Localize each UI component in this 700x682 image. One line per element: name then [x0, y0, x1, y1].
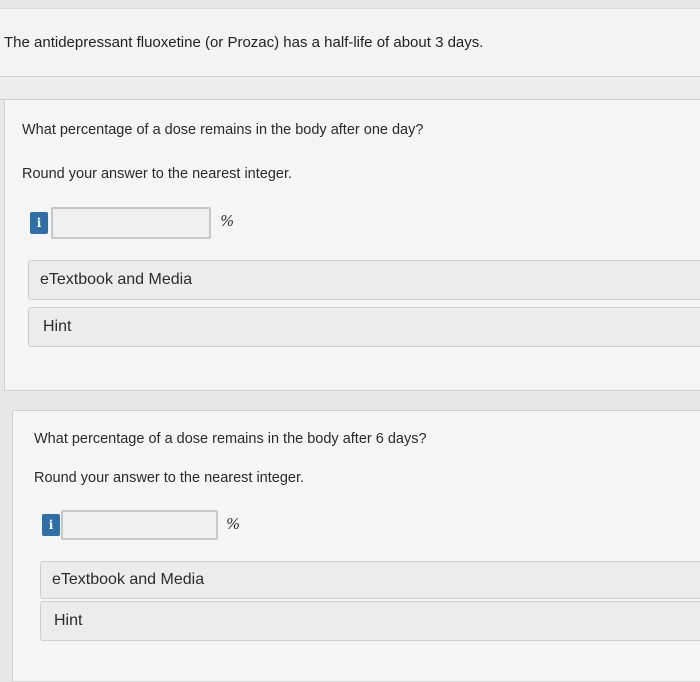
hint-button-1[interactable]: Hint — [28, 307, 700, 347]
rounding-instruction-1: Round your answer to the nearest integer… — [22, 166, 293, 182]
rounding-instruction-2: Round your answer to the nearest integer… — [34, 470, 305, 486]
etextbook-media-label-2: eTextbook and Media — [52, 571, 205, 588]
problem-statement: The antidepressant fluoxetine (or Prozac… — [4, 34, 484, 51]
percent-unit-2: % — [226, 515, 241, 533]
info-icon[interactable]: i — [42, 514, 60, 536]
answer-input-1[interactable] — [51, 207, 211, 239]
percent-unit-1: % — [220, 212, 235, 230]
info-icon[interactable]: i — [30, 212, 48, 234]
hint-label-1: Hint — [43, 318, 72, 335]
etextbook-media-button-2[interactable]: eTextbook and Media — [40, 561, 700, 599]
answer-input-2[interactable] — [61, 510, 218, 540]
question-panel-2 — [12, 410, 700, 682]
etextbook-media-button-1[interactable]: eTextbook and Media — [28, 260, 700, 300]
question-panel-1 — [4, 99, 700, 391]
question-text-1: What percentage of a dose remains in the… — [22, 122, 424, 138]
etextbook-media-label-1: eTextbook and Media — [40, 271, 193, 288]
hint-button-2[interactable]: Hint — [40, 601, 700, 641]
question-text-2: What percentage of a dose remains in the… — [34, 431, 427, 447]
divider-band — [0, 76, 700, 100]
hint-label-2: Hint — [54, 612, 83, 629]
